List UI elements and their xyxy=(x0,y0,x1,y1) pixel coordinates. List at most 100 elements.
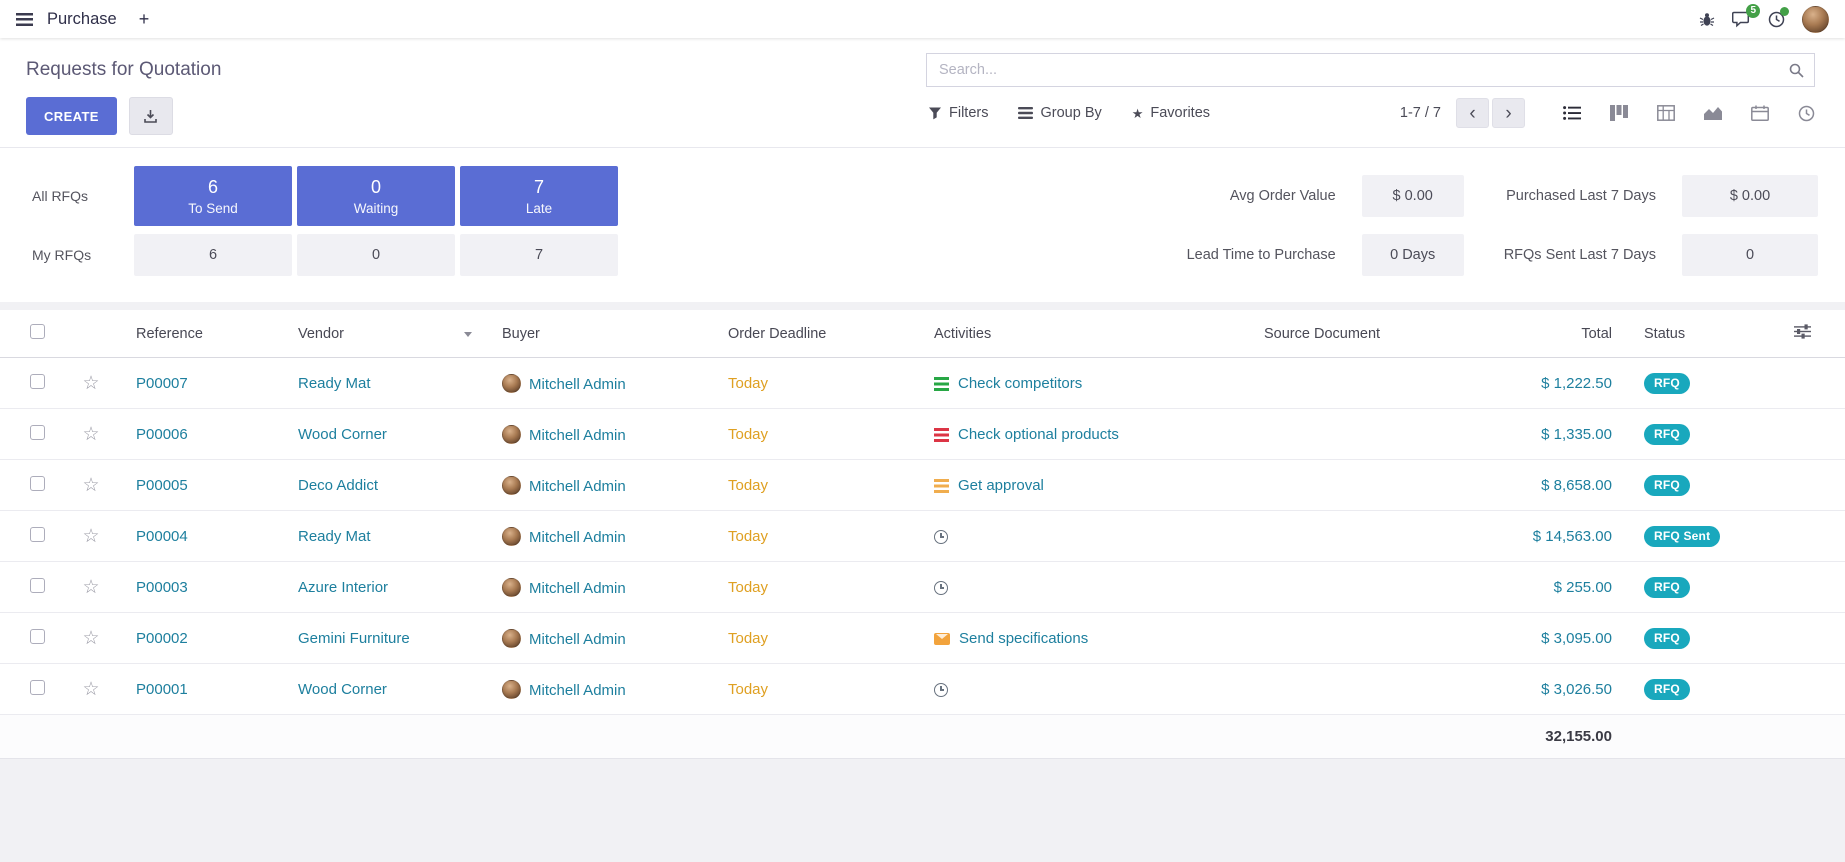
col-header-total[interactable]: Total xyxy=(1490,326,1628,342)
pager-next-button[interactable]: › xyxy=(1492,98,1525,128)
total-amount: $ 3,095.00 xyxy=(1541,630,1612,647)
row-checkbox[interactable] xyxy=(30,476,45,491)
messages-icon[interactable]: 5 xyxy=(1732,11,1751,28)
buyer-link[interactable]: Mitchell Admin xyxy=(529,682,626,699)
to-send-filter-box[interactable]: 6 To Send xyxy=(134,166,292,226)
optional-columns-icon[interactable] xyxy=(1794,324,1811,343)
row-checkbox[interactable] xyxy=(30,527,45,542)
view-activity-button[interactable] xyxy=(1798,105,1815,122)
vendor-link[interactable]: Ready Mat xyxy=(298,375,371,392)
create-button[interactable]: CREATE xyxy=(26,97,117,135)
view-calendar-button[interactable] xyxy=(1751,105,1769,121)
table-row[interactable]: ☆ P00005 Deco Addict Mitchell Admin Toda… xyxy=(0,460,1845,511)
reference-link[interactable]: P00005 xyxy=(136,477,188,494)
row-checkbox[interactable] xyxy=(30,374,45,389)
row-checkbox[interactable] xyxy=(30,680,45,695)
reference-link[interactable]: P00004 xyxy=(136,528,188,545)
buyer-avatar xyxy=(502,425,521,444)
activity-icon[interactable] xyxy=(934,428,949,442)
reference-link[interactable]: P00001 xyxy=(136,681,188,698)
my-to-send-filter-box[interactable]: 6 xyxy=(134,234,292,276)
my-late-filter-box[interactable]: 7 xyxy=(460,234,618,276)
buyer-avatar xyxy=(502,680,521,699)
late-filter-box[interactable]: 7 Late xyxy=(460,166,618,226)
activities-clock-icon[interactable] xyxy=(1768,11,1785,28)
table-row[interactable]: ☆ P00004 Ready Mat Mitchell Admin Today … xyxy=(0,511,1845,562)
export-button[interactable] xyxy=(129,97,173,135)
search-input[interactable] xyxy=(927,54,1814,86)
col-header-order-deadline[interactable]: Order Deadline xyxy=(712,326,918,342)
waiting-filter-box[interactable]: 0 Waiting xyxy=(297,166,455,226)
search-icon[interactable] xyxy=(1788,62,1805,84)
user-avatar[interactable] xyxy=(1802,6,1829,33)
table-row[interactable]: ☆ P00006 Wood Corner Mitchell Admin Toda… xyxy=(0,409,1845,460)
col-header-vendor[interactable]: Vendor xyxy=(282,326,486,342)
vendor-link[interactable]: Ready Mat xyxy=(298,528,371,545)
new-tab-icon[interactable]: + xyxy=(139,10,150,28)
row-checkbox[interactable] xyxy=(30,578,45,593)
vendor-link[interactable]: Wood Corner xyxy=(298,426,387,443)
apps-menu-icon[interactable] xyxy=(16,13,33,26)
vendor-link[interactable]: Deco Addict xyxy=(298,477,378,494)
pager-previous-button[interactable]: ‹ xyxy=(1456,98,1489,128)
buyer-link[interactable]: Mitchell Admin xyxy=(529,631,626,648)
buyer-link[interactable]: Mitchell Admin xyxy=(529,478,626,495)
activity-mail-icon[interactable] xyxy=(934,633,950,645)
activity-clock-icon[interactable] xyxy=(934,530,948,544)
activity-label[interactable]: Send specifications xyxy=(959,630,1088,647)
favorite-star-icon[interactable]: ☆ xyxy=(82,680,99,699)
col-header-reference[interactable]: Reference xyxy=(120,326,282,342)
reference-link[interactable]: P00006 xyxy=(136,426,188,443)
reference-link[interactable]: P00007 xyxy=(136,375,188,392)
view-pivot-button[interactable] xyxy=(1657,105,1675,121)
table-row[interactable]: ☆ P00003 Azure Interior Mitchell Admin T… xyxy=(0,562,1845,613)
buyer-link[interactable]: Mitchell Admin xyxy=(529,427,626,444)
favorite-star-icon[interactable]: ☆ xyxy=(82,629,99,648)
favorites-star-icon: ★ xyxy=(1132,107,1144,120)
table-row[interactable]: ☆ P00002 Gemini Furniture Mitchell Admin… xyxy=(0,613,1845,664)
table-row[interactable]: ☆ P00001 Wood Corner Mitchell Admin Toda… xyxy=(0,664,1845,715)
debug-bug-icon[interactable] xyxy=(1699,12,1715,27)
favorite-star-icon[interactable]: ☆ xyxy=(82,425,99,444)
group-by-button[interactable]: Group By xyxy=(1016,101,1103,125)
favorites-button[interactable]: ★ Favorites xyxy=(1130,101,1212,125)
order-deadline: Today xyxy=(728,477,768,494)
my-waiting-filter-box[interactable]: 0 xyxy=(297,234,455,276)
activity-clock-icon[interactable] xyxy=(934,581,948,595)
reference-link[interactable]: P00002 xyxy=(136,630,188,647)
activity-icon[interactable] xyxy=(934,479,949,493)
view-list-button[interactable] xyxy=(1563,105,1581,121)
buyer-link[interactable]: Mitchell Admin xyxy=(529,376,626,393)
col-header-buyer[interactable]: Buyer xyxy=(486,326,712,342)
row-checkbox[interactable] xyxy=(30,425,45,440)
row-checkbox[interactable] xyxy=(30,629,45,644)
view-switcher xyxy=(1563,105,1815,122)
sort-caret-icon xyxy=(464,332,472,341)
activity-label[interactable]: Get approval xyxy=(958,477,1044,494)
view-graph-button[interactable] xyxy=(1704,105,1722,121)
activity-icon[interactable] xyxy=(934,377,949,391)
col-header-source-document[interactable]: Source Document xyxy=(1248,326,1490,342)
vendor-link[interactable]: Azure Interior xyxy=(298,579,388,596)
select-all-checkbox[interactable] xyxy=(30,324,45,339)
col-header-activities[interactable]: Activities xyxy=(918,326,1248,342)
buyer-link[interactable]: Mitchell Admin xyxy=(529,580,626,597)
vendor-link[interactable]: Wood Corner xyxy=(298,681,387,698)
vendor-link[interactable]: Gemini Furniture xyxy=(298,630,410,647)
reference-link[interactable]: P00003 xyxy=(136,579,188,596)
table-header: Reference Vendor Buyer Order Deadline Ac… xyxy=(0,310,1845,358)
filters-button[interactable]: Filters xyxy=(926,101,990,125)
buyer-link[interactable]: Mitchell Admin xyxy=(529,529,626,546)
search-box[interactable] xyxy=(926,53,1815,87)
col-header-status[interactable]: Status xyxy=(1628,326,1760,342)
app-name[interactable]: Purchase xyxy=(47,10,117,29)
activity-clock-icon[interactable] xyxy=(934,683,948,697)
favorite-star-icon[interactable]: ☆ xyxy=(82,578,99,597)
table-row[interactable]: ☆ P00007 Ready Mat Mitchell Admin Today … xyxy=(0,358,1845,409)
activity-label[interactable]: Check competitors xyxy=(958,375,1082,392)
view-kanban-button[interactable] xyxy=(1610,105,1628,121)
activity-label[interactable]: Check optional products xyxy=(958,426,1119,443)
favorite-star-icon[interactable]: ☆ xyxy=(82,374,99,393)
favorite-star-icon[interactable]: ☆ xyxy=(82,476,99,495)
favorite-star-icon[interactable]: ☆ xyxy=(82,527,99,546)
